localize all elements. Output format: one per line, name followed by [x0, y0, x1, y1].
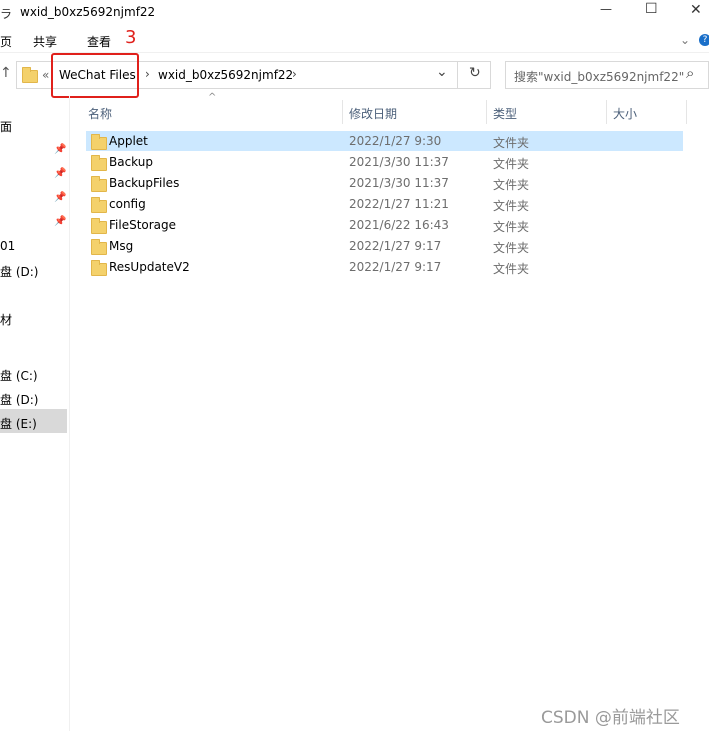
tab-home-partial[interactable]: 页 [0, 33, 12, 50]
folder-icon [91, 260, 107, 276]
file-name[interactable]: BackupFiles [109, 176, 179, 190]
folder-icon [91, 134, 107, 150]
breadcrumb-overflow[interactable]: « [42, 68, 49, 82]
column-header-type[interactable]: 类型 [493, 105, 517, 122]
column-divider[interactable] [686, 100, 687, 124]
search-icon[interactable]: ⌕ [686, 64, 694, 82]
title-app-icon: ラ [0, 7, 13, 21]
column-divider[interactable] [606, 100, 607, 124]
file-type: 文件夹 [493, 262, 530, 276]
column-header-name[interactable]: 名称 [88, 105, 112, 122]
close-button[interactable]: ✕ [690, 2, 702, 18]
sidebar-item-drive-d[interactable]: 盘 (D:) [0, 391, 38, 408]
file-name[interactable]: ResUpdateV2 [109, 260, 190, 274]
maximize-button[interactable]: ☐ [645, 1, 658, 17]
column-header-size[interactable]: 大小 [613, 105, 637, 122]
annotation-number: 3 [125, 27, 137, 48]
up-arrow-icon[interactable]: ↑ [0, 65, 12, 81]
breadcrumb-separator[interactable]: › [292, 67, 297, 81]
minimize-button[interactable]: — [600, 2, 612, 16]
file-name[interactable]: config [109, 197, 146, 211]
file-type: 文件夹 [493, 241, 530, 255]
search-placeholder: 搜索"wxid_b0xz5692njmf22" [514, 70, 685, 84]
sidebar-item[interactable]: 材 [0, 311, 12, 328]
folder-icon [91, 239, 107, 255]
file-type: 文件夹 [493, 136, 530, 150]
tab-view[interactable]: 查看 [87, 33, 111, 50]
folder-icon [91, 155, 107, 171]
file-date: 2022/1/27 9:17 [349, 239, 442, 253]
file-date: 2021/6/22 16:43 [349, 218, 449, 232]
sidebar-item-drive-e[interactable]: 盘 (E:) [0, 415, 37, 432]
sidebar-item[interactable]: 面 [0, 118, 12, 135]
ribbon-expand-icon[interactable]: ⌄ [680, 33, 690, 47]
folder-icon [91, 218, 107, 234]
breadcrumb-separator[interactable]: › [145, 67, 150, 81]
file-type: 文件夹 [493, 199, 530, 213]
file-type: 文件夹 [493, 220, 530, 234]
pin-icon[interactable]: 📌 [54, 169, 66, 179]
column-header-date[interactable]: 修改日期 [349, 105, 397, 122]
file-name[interactable]: FileStorage [109, 218, 176, 232]
file-date: 2022/1/27 9:17 [349, 260, 442, 274]
address-folder-icon [22, 67, 38, 83]
pin-icon[interactable]: 📌 [54, 193, 66, 203]
file-type: 文件夹 [493, 157, 530, 171]
annotation-highlight-box [51, 53, 139, 98]
file-type: 文件夹 [493, 178, 530, 192]
sidebar-item-drive-d[interactable]: 盘 (D:) [0, 263, 38, 280]
breadcrumb-wxid[interactable]: wxid_b0xz5692njmf22 [158, 68, 293, 82]
pin-icon[interactable]: 📌 [54, 217, 66, 227]
sidebar-item[interactable]: 01 [0, 239, 15, 253]
file-date: 2022/1/27 11:21 [349, 197, 449, 211]
tab-share[interactable]: 共享 [33, 33, 57, 50]
file-date: 2021/3/30 11:37 [349, 155, 449, 169]
file-name[interactable]: Msg [109, 239, 133, 253]
sidebar-item-drive-c[interactable]: 盘 (C:) [0, 367, 38, 384]
watermark: CSDN @前端社区 [541, 708, 680, 728]
window-title: wxid_b0xz5692njmf22 [20, 5, 156, 19]
address-dropdown-icon[interactable]: ⌄ [436, 64, 448, 80]
refresh-icon[interactable]: ↻ [469, 65, 481, 81]
pane-divider [69, 96, 70, 731]
folder-icon [91, 197, 107, 213]
pin-icon[interactable]: 📌 [54, 145, 66, 155]
help-icon[interactable]: ? [699, 34, 709, 46]
column-divider[interactable] [342, 100, 343, 124]
folder-icon [91, 176, 107, 192]
file-name[interactable]: Backup [109, 155, 153, 169]
file-date: 2022/1/27 9:30 [349, 134, 442, 148]
file-name[interactable]: Applet [109, 134, 148, 148]
column-divider[interactable] [486, 100, 487, 124]
sort-arrow-icon: ^ [208, 92, 217, 103]
file-date: 2021/3/30 11:37 [349, 176, 449, 190]
